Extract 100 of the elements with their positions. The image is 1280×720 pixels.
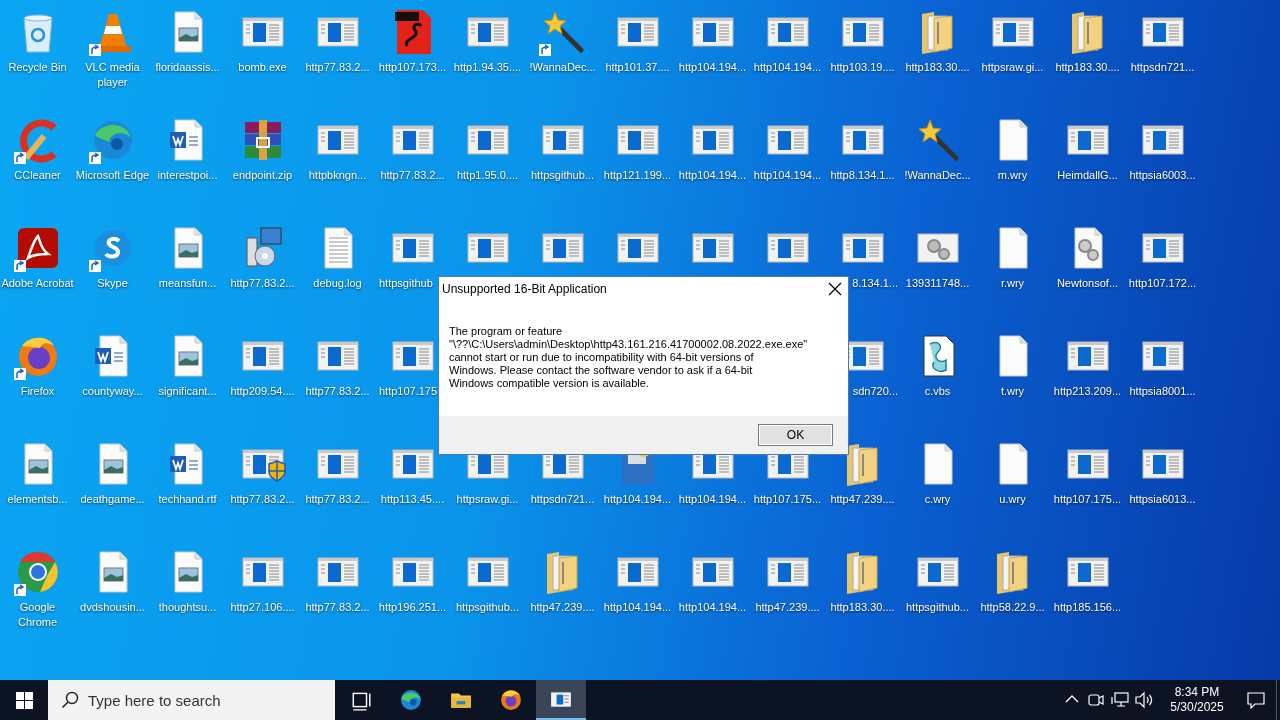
icon-label[interactable]: httpsgithub [379,276,433,291]
browser-swirl-icon [400,689,422,711]
icon-label[interactable]: http104.194... [753,168,822,183]
windows-logo-icon [15,691,33,709]
icon-label[interactable]: Firefox [20,384,55,399]
icon-label[interactable]: httpsgithub... [456,600,519,615]
icon-label[interactable]: 139311748... [905,276,970,291]
speech-bubble-icon [1247,691,1265,709]
icon-label[interactable]: 8.134.1... [852,276,898,291]
clock-date[interactable]: 5/30/2025 [1170,700,1224,715]
icon-label[interactable]: http104.194... [678,168,747,183]
icon-label[interactable]: http58.22.9... [980,600,1045,615]
icon-label[interactable]: endpoint.zip [232,168,293,183]
icon-label[interactable]: m.wry [997,168,1028,183]
icon-label[interactable]: meansfun... [158,276,217,291]
icon-label[interactable]: http104.194... [753,60,822,75]
icon-label[interactable]: http77.83.2... [305,384,370,399]
icon-label[interactable]: significant... [158,384,217,399]
icon-label[interactable]: interestpoi... [157,168,218,183]
icon-label[interactable]: deathgame... [80,492,145,507]
icon-label[interactable]: !WannaDec... [904,168,971,183]
icon-label[interactable]: http77.83.2... [380,168,445,183]
icon-label[interactable]: CCleaner [14,168,61,183]
icon-label[interactable]: http101.37.... [605,60,670,75]
icon-label[interactable]: Recycle Bin [8,60,67,75]
icon-label[interactable]: u.wry [999,492,1026,507]
close-icon[interactable] [828,282,842,296]
icon-label[interactable]: http209.54.... [230,384,295,399]
icon-label[interactable]: http104.194... [678,60,747,75]
icon-label[interactable]: VLC media player [75,60,150,90]
icon-label[interactable]: Google Chrome [0,600,75,630]
icon-label[interactable]: http121.199... [603,168,672,183]
icon-label[interactable]: http104.194... [603,600,672,615]
icon-label[interactable]: httpsgithub... [531,168,594,183]
icon-label[interactable]: httpsia6013... [1129,492,1196,507]
icon-label[interactable]: dvdshousin... [80,600,145,615]
icon-label[interactable]: r.wry [1000,276,1025,291]
icon-label[interactable]: Skype [97,276,128,291]
monitor-icon[interactable] [1110,690,1130,710]
icon-label[interactable]: httpsia6003... [1129,168,1196,183]
icon-label[interactable]: sdn720... [852,384,898,399]
icon-label[interactable]: http104.194... [678,600,747,615]
icon-label[interactable]: http77.83.2... [230,492,295,507]
icon-label[interactable]: http27.106.... [230,600,295,615]
icon-label[interactable]: c.wry [924,492,951,507]
icon-label[interactable]: http196.251... [378,600,447,615]
icon-label[interactable]: http107.175... [1053,492,1122,507]
icon-label[interactable]: httpsdn721... [530,492,595,507]
icon-label[interactable]: http104.194... [603,492,672,507]
icon-label[interactable]: http183.30.... [830,600,895,615]
icon-label[interactable]: !WannaDec... [529,60,596,75]
icon-label[interactable]: Microsoft Edge [75,168,150,183]
ok-button[interactable]: OK [758,424,833,446]
icon-label[interactable]: http113.45.... [380,492,445,507]
icon-label[interactable]: elementsb... [7,492,68,507]
icon-label[interactable]: http8.134.1... [830,168,895,183]
icon-label[interactable]: Adobe Acrobat [1,276,74,291]
icon-label[interactable]: Newtonsof... [1056,276,1119,291]
fox-globe-icon [500,689,522,711]
icon-label[interactable]: http104.194... [678,492,747,507]
icon-label[interactable]: http47.239.... [755,600,820,615]
icon-label[interactable]: thoughtsu... [158,600,217,615]
icon-label[interactable]: bomb.exe [238,60,287,75]
icon-label[interactable]: http77.83.2... [305,60,370,75]
icon-label[interactable]: http77.83.2... [305,600,370,615]
icon-label[interactable]: http77.83.2... [230,276,295,291]
icon-label[interactable]: countyway... [82,384,143,399]
icon-label[interactable]: httpbkngn... [308,168,367,183]
speaker-icon[interactable] [1134,690,1154,710]
icon-label[interactable]: httpsraw.gi... [981,60,1044,75]
icon-label[interactable]: debug.log [313,276,362,291]
icon-label[interactable]: http47.239.... [830,492,895,507]
icon-label[interactable]: http77.83.2... [305,492,370,507]
icon-label[interactable]: floridaassis... [155,60,220,75]
icon-label[interactable]: httpsia8001... [1129,384,1196,399]
icon-label[interactable]: httpsgithub... [906,600,969,615]
icon-label[interactable]: http107.175 [379,384,438,399]
taskbar-button[interactable] [536,680,586,720]
search-field[interactable]: Type here to search [48,680,335,720]
icon-label[interactable]: http103.19.... [830,60,895,75]
icon-label[interactable]: c.vbs [924,384,951,399]
icon-label[interactable]: http213.209... [1053,384,1122,399]
dialog-message: The program or feature "\??\C:\Users\admin\Desktop\http43.161.216.41700002.08.2022.exe.exe" cannot start or run due to incompatibility with 64-bit versions of Windows. Please contact the software vendor to ask if a 64-bit Windows compatible version is available. [449,325,809,390]
icon-label[interactable]: t.wry [1000,384,1025,399]
icon-label[interactable]: techhand.rtf [158,492,217,507]
icon-label[interactable]: http1.95.0.... [456,168,519,183]
icon-label[interactable]: http183.30.... [1055,60,1120,75]
clock-time[interactable]: 8:34 PM [1174,685,1220,700]
icon-label[interactable]: http107.172... [1128,276,1197,291]
icon-label[interactable]: http107.175... [753,492,822,507]
icon-label[interactable]: httpsdn721... [1130,60,1195,75]
icon-label[interactable]: http107.173... [378,60,447,75]
search-icon [61,691,79,709]
icon-label[interactable]: http1.94.35.... [453,60,522,75]
icon-label[interactable]: http183.30.... [905,60,970,75]
icon-label[interactable]: HeimdallG... [1057,168,1118,183]
icon-label[interactable]: httpsraw.gi... [456,492,519,507]
icon-label[interactable]: http185.156... [1053,600,1122,615]
dialog-title: Unsupported 16-Bit Application [442,281,607,298]
icon-label[interactable]: http47.239.... [530,600,595,615]
